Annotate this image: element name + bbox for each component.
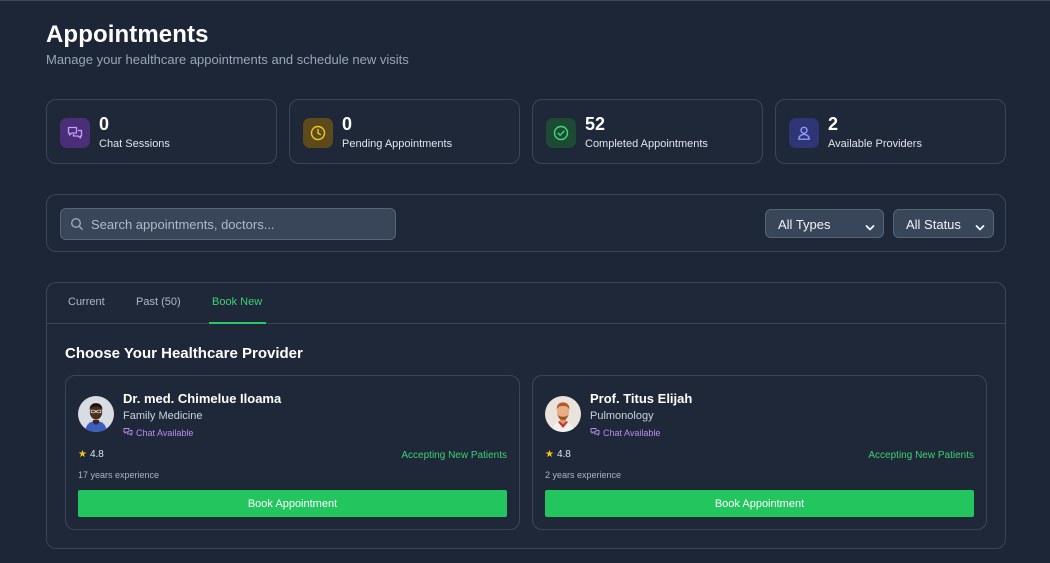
top-border — [0, 0, 1050, 3]
stat-card-chat-sessions: 0 Chat Sessions — [46, 99, 277, 164]
provider-specialty: Pulmonology — [590, 410, 654, 422]
stat-value: 2 — [828, 114, 839, 134]
provider-name: Prof. Titus Elijah — [590, 391, 693, 406]
chat-available-label: Chat Available — [603, 428, 661, 438]
tab-book-new[interactable]: Book New — [212, 296, 262, 308]
avatar — [78, 396, 114, 432]
provider-card: Prof. Titus Elijah Pulmonology Chat Avai… — [532, 375, 987, 530]
stat-card-available-providers: 2 Available Providers — [775, 99, 1006, 164]
section-title: Choose Your Healthcare Provider — [65, 345, 303, 362]
page-subtitle: Manage your healthcare appointments and … — [46, 52, 409, 67]
chat-icon — [123, 427, 133, 439]
provider-name: Dr. med. Chimelue Iloama — [123, 391, 282, 406]
provider-card: Dr. med. Chimelue Iloama Family Medicine… — [65, 375, 520, 530]
chevron-down-icon — [865, 220, 875, 235]
stat-value: 0 — [342, 114, 353, 134]
accepting-status: Accepting New Patients — [868, 450, 974, 461]
chat-available-badge: Chat Available — [123, 427, 193, 439]
status-filter-select[interactable]: All Status — [893, 209, 994, 238]
search-box[interactable] — [60, 208, 396, 240]
chat-available-badge: Chat Available — [590, 427, 660, 439]
star-icon: ★ — [545, 449, 554, 460]
chevron-down-icon — [975, 220, 985, 235]
book-appointment-button[interactable]: Book Appointment — [78, 490, 507, 517]
tab-bar: Current Past (50) Book New — [47, 283, 1005, 324]
provider-specialty: Family Medicine — [123, 410, 203, 422]
page-title: Appointments — [46, 21, 209, 48]
stat-label: Pending Appointments — [342, 138, 453, 150]
type-filter-select[interactable]: All Types — [765, 209, 884, 238]
chat-available-label: Chat Available — [136, 428, 194, 438]
stat-label: Completed Appointments — [585, 138, 708, 150]
search-icon — [70, 217, 84, 236]
book-appointment-button[interactable]: Book Appointment — [545, 490, 974, 517]
rating-value: 4.8 — [556, 449, 571, 460]
stat-label: Chat Sessions — [99, 138, 170, 150]
star-icon: ★ — [78, 449, 87, 460]
rating: ★ 4.8 — [78, 449, 104, 460]
user-icon — [789, 118, 819, 148]
chat-icon — [60, 118, 90, 148]
stat-value: 0 — [99, 114, 110, 134]
status-filter-value: All Status — [906, 217, 961, 232]
stat-card-completed-appointments: 52 Completed Appointments — [532, 99, 763, 164]
check-circle-icon — [546, 118, 576, 148]
active-tab-indicator — [209, 322, 266, 324]
tabs-panel: Current Past (50) Book New Choose Your H… — [46, 282, 1006, 549]
clock-icon — [303, 118, 333, 148]
experience: 2 years experience — [545, 470, 622, 480]
filter-bar: All Types All Status — [46, 194, 1006, 252]
rating: ★ 4.8 — [545, 449, 571, 460]
type-filter-value: All Types — [778, 217, 831, 232]
tab-current[interactable]: Current — [68, 296, 105, 308]
stat-card-pending-appointments: 0 Pending Appointments — [289, 99, 520, 164]
chat-icon — [590, 427, 600, 439]
accepting-status: Accepting New Patients — [401, 450, 507, 461]
rating-value: 4.8 — [89, 449, 104, 460]
tab-past[interactable]: Past (50) — [136, 296, 181, 308]
avatar — [545, 396, 581, 432]
search-input[interactable] — [91, 209, 391, 239]
experience: 17 years experience — [78, 470, 160, 480]
stat-value: 52 — [585, 114, 606, 134]
stats-row: 0 Chat Sessions 0 Pending Appointments 5… — [46, 99, 1006, 164]
stat-label: Available Providers — [828, 138, 922, 150]
